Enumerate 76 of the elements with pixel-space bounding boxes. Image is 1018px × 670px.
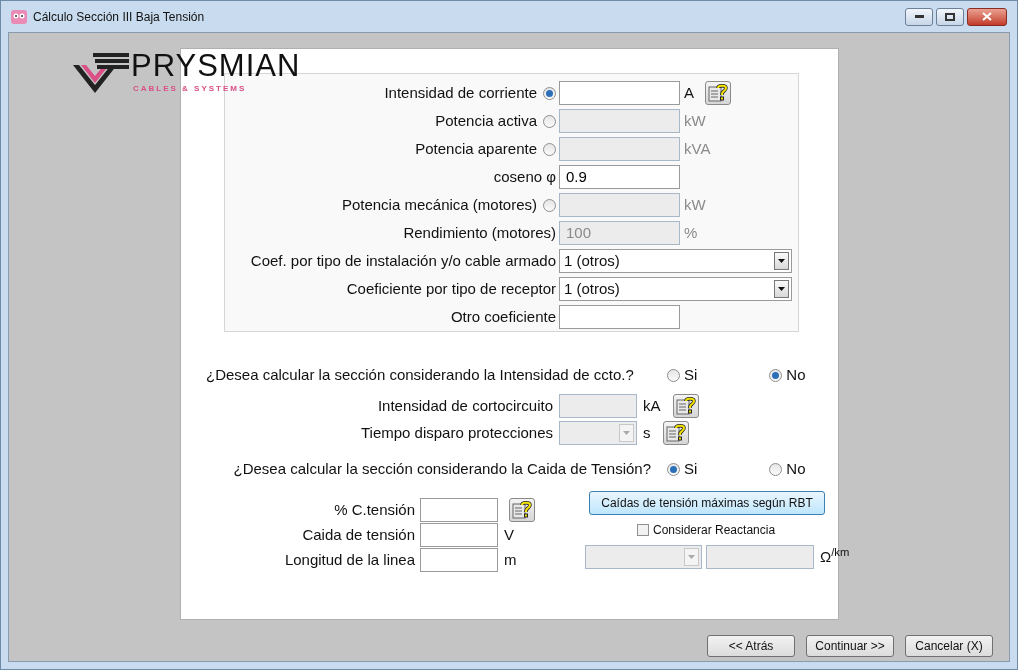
field-label: Caida de tensión xyxy=(301,524,415,545)
unit-label: kA xyxy=(643,395,661,416)
unit-label: kW xyxy=(684,110,706,131)
field-label: Rendimiento (motores) xyxy=(403,222,556,243)
field-label: Intensidad de cortocircuito xyxy=(376,395,553,416)
input-field[interactable] xyxy=(559,305,680,329)
field-label: Potencia aparente xyxy=(415,138,537,159)
minimize-icon xyxy=(914,15,924,18)
input-field[interactable] xyxy=(420,498,498,522)
question-text: ¿Desea calcular la sección considerando la Intensidad de ccto.? xyxy=(206,364,635,385)
input-field[interactable] xyxy=(420,523,498,547)
footer-button[interactable]: Cancelar (X) xyxy=(905,635,993,657)
caret-icon xyxy=(623,431,630,435)
caret-icon xyxy=(778,287,785,291)
field-label: Coeficiente por tipo de receptor xyxy=(346,278,556,299)
field-label: Potencia mecánica (motores) xyxy=(341,194,537,215)
radio-button[interactable] xyxy=(543,86,556,100)
rbt-button[interactable]: Caídas de tensión máximas según RBT xyxy=(589,491,825,515)
field-label: Otro coeficiente xyxy=(450,306,556,327)
logo-mark-drawing xyxy=(73,51,129,93)
unit-label: A xyxy=(684,82,694,103)
caret-icon xyxy=(778,259,785,263)
radio-option[interactable]: No xyxy=(769,457,806,481)
dropdown[interactable]: 1 (otros) xyxy=(559,249,792,273)
footer-button[interactable]: << Atrás xyxy=(707,635,795,657)
close-icon xyxy=(982,12,992,21)
checkbox-option[interactable]: Considerar Reactancia xyxy=(637,521,850,539)
dropdown[interactable]: 1 (otros) xyxy=(559,277,792,301)
input-field[interactable] xyxy=(559,81,680,105)
app-icon xyxy=(11,8,27,25)
caret-icon xyxy=(688,555,695,559)
close-button[interactable] xyxy=(967,7,1007,26)
unit-label: kW xyxy=(684,194,706,215)
input-field[interactable]: 0.9 xyxy=(559,165,680,189)
field-label: coseno φ xyxy=(493,166,556,187)
maximize-button[interactable] xyxy=(936,7,964,26)
radio-button[interactable] xyxy=(667,368,680,382)
dropdown[interactable] xyxy=(585,545,702,569)
document-question-icon xyxy=(675,396,696,416)
radio-button[interactable] xyxy=(769,462,783,476)
logo-name: PRYSMIAN xyxy=(131,49,301,83)
field-label: Potencia activa xyxy=(435,110,537,131)
logo-tagline: CABLES & SYSTEMS xyxy=(133,83,248,95)
radio-button[interactable] xyxy=(769,368,783,382)
help-button[interactable] xyxy=(509,498,535,522)
maximize-icon xyxy=(945,12,955,21)
help-button[interactable] xyxy=(705,81,731,105)
unit-label: m xyxy=(504,549,517,570)
footer-button[interactable]: Continuar >> xyxy=(806,635,894,657)
dropdown-button[interactable] xyxy=(774,280,789,298)
field-label: % C.tensión xyxy=(333,499,415,520)
input-field[interactable] xyxy=(420,548,498,572)
window-title: Cálculo Sección III Baja Tensión xyxy=(33,8,205,26)
unit-label: kVA xyxy=(684,138,711,159)
radio-option[interactable]: Si xyxy=(667,363,698,387)
radio-option[interactable]: No xyxy=(769,363,806,387)
unit-label: % xyxy=(684,222,698,243)
document-question-icon xyxy=(665,423,686,443)
radio-option[interactable]: Si xyxy=(667,457,698,481)
minimize-button[interactable] xyxy=(905,7,933,26)
field-label: Tiempo disparo protecciones xyxy=(359,422,553,443)
unit-label: Ω$^{/km}$ xyxy=(820,545,850,567)
field-label: Coef. por tipo de instalación y/o cable armado xyxy=(250,250,556,271)
input-field[interactable] xyxy=(706,545,814,569)
unit-label: V xyxy=(504,524,514,545)
help-button[interactable] xyxy=(672,394,699,418)
checkbox[interactable] xyxy=(637,524,649,536)
document-question-icon xyxy=(708,83,728,103)
radio-button[interactable] xyxy=(667,462,680,476)
document-question-icon xyxy=(512,500,532,520)
dropdown-button[interactable] xyxy=(774,252,789,270)
field-label: Longitud de la linea xyxy=(283,549,415,570)
field-label: Intensidad de corriente xyxy=(384,82,537,103)
help-button[interactable] xyxy=(662,421,689,445)
unit-label: s xyxy=(643,422,651,443)
question-text: ¿Desea calcular la sección considerando la Caida de Tensión? xyxy=(232,458,651,479)
